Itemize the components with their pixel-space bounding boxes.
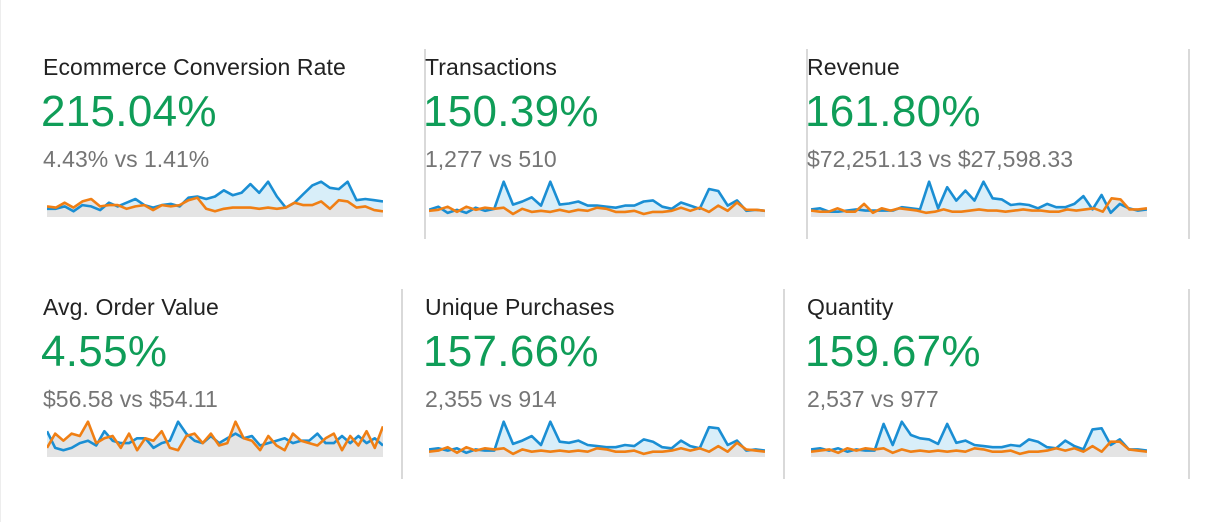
sparkline <box>429 180 765 217</box>
metric-title: Revenue <box>807 54 900 80</box>
card-divider <box>401 289 403 479</box>
metric-percent-change: 157.66% <box>423 327 599 376</box>
metric-title: Unique Purchases <box>425 294 615 320</box>
sparkline <box>47 420 383 457</box>
metric-percent-change: 161.80% <box>805 87 981 136</box>
metric-percent-change: 4.55% <box>41 327 168 376</box>
metric-comparison: 2,537 vs 977 <box>807 386 939 412</box>
metric-percent-change: 215.04% <box>41 87 217 136</box>
metric-percent-change: 159.67% <box>805 327 981 376</box>
metric-title: Quantity <box>807 294 894 320</box>
card-divider <box>783 289 785 479</box>
sparkline <box>811 420 1147 457</box>
metrics-grid: Ecommerce Conversion Rate 215.04% 4.43% … <box>0 0 1213 522</box>
metric-comparison: $72,251.13 vs $27,598.33 <box>807 146 1074 172</box>
metric-comparison: 1,277 vs 510 <box>425 146 557 172</box>
card-divider <box>1188 49 1190 239</box>
metric-card-avg-order-value[interactable]: Avg. Order Value 4.55% $56.58 vs $54.11 <box>41 289 426 481</box>
card-divider <box>1188 289 1190 479</box>
metric-card-transactions[interactable]: Transactions 150.39% 1,277 vs 510 <box>423 49 808 241</box>
metric-percent-change: 150.39% <box>423 87 599 136</box>
metric-card-unique-purchases[interactable]: Unique Purchases 157.66% 2,355 vs 914 <box>401 289 808 481</box>
metric-title: Transactions <box>425 54 558 80</box>
metric-comparison: $56.58 vs $54.11 <box>43 386 218 412</box>
sparkline <box>47 180 383 217</box>
metric-title: Ecommerce Conversion Rate <box>43 54 346 80</box>
metric-card-quantity[interactable]: Quantity 159.67% 2,537 vs 977 <box>783 289 1190 481</box>
sparkline <box>811 180 1147 217</box>
metric-card-revenue[interactable]: Revenue 161.80% $72,251.13 vs $27,598.33 <box>805 49 1190 241</box>
metric-comparison: 2,355 vs 914 <box>425 386 557 412</box>
metric-card-ecommerce-conversion-rate[interactable]: Ecommerce Conversion Rate 215.04% 4.43% … <box>41 49 426 241</box>
metric-comparison: 4.43% vs 1.41% <box>43 146 210 172</box>
metric-title: Avg. Order Value <box>43 294 219 320</box>
sparkline <box>429 420 765 457</box>
